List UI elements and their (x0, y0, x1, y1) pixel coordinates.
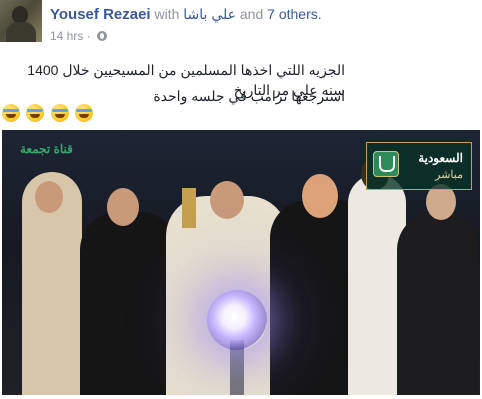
channel-live-label: مباشر (435, 169, 463, 181)
emoji-row (2, 104, 95, 124)
left-guest-face (35, 181, 63, 213)
channel-emblem-icon (373, 151, 399, 177)
author-link[interactable]: Yousef Rezaei (50, 6, 151, 23)
and-text: and (239, 6, 264, 22)
post-photo[interactable]: قناة تجمعة السعودية مباشر (2, 130, 480, 395)
face-with-tears-of-joy-icon (26, 104, 45, 122)
right-leader-face (302, 174, 338, 218)
meta-separator: · (86, 29, 91, 43)
far-right-guest-suit (397, 212, 479, 395)
avatar-body (6, 22, 36, 42)
glowing-orb (207, 290, 267, 350)
channel-name: السعودية (418, 151, 463, 165)
post-header: Yousef Rezaei with علي باشا and 7 others… (50, 6, 322, 23)
others-link[interactable]: 7 others. (267, 6, 321, 22)
profile-avatar[interactable] (0, 0, 42, 42)
post-meta: 14 hrs · (50, 29, 108, 43)
watermark-text: قناة تجمعة (20, 142, 73, 156)
face-with-tears-of-joy-icon (2, 104, 20, 122)
face-with-tears-of-joy-icon (50, 104, 69, 122)
channel-logo: السعودية مباشر (366, 142, 472, 190)
king-face (210, 181, 244, 219)
king-robe-trim (182, 188, 196, 228)
timestamp[interactable]: 14 hrs (50, 29, 83, 43)
post-text-line-2: استرجعها ترامب في جلسه واحدة (153, 88, 345, 104)
left-leader-face (107, 188, 139, 226)
face-with-tears-of-joy-icon (75, 104, 94, 122)
globe-icon[interactable] (97, 31, 108, 41)
left-leader-suit (80, 212, 178, 395)
with-text: with (154, 6, 180, 22)
tagged-person-link[interactable]: علي باشا (183, 6, 236, 22)
